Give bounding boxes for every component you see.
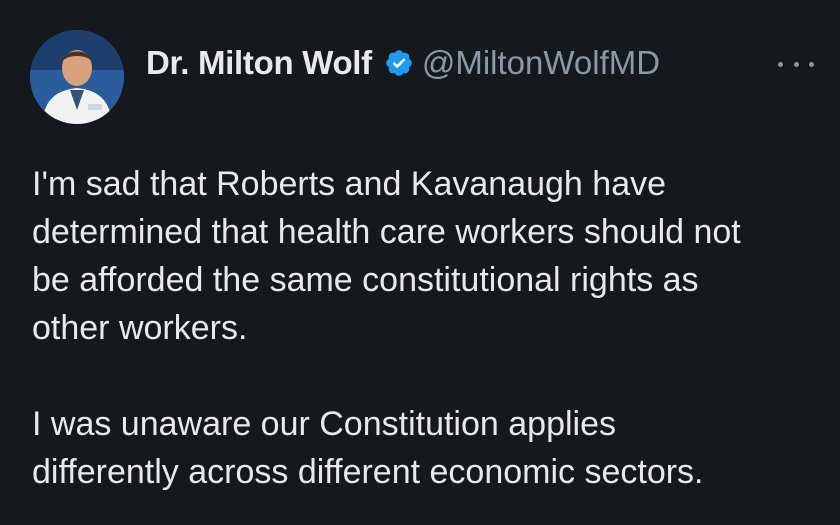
more-options-icon[interactable] (778, 54, 814, 74)
tweet-line: differently across different economic se… (32, 453, 704, 491)
tweet-line: determined that health care workers shou… (32, 213, 741, 251)
tweet-text: I'm sad that Roberts and Kavanaugh have … (32, 160, 822, 496)
tweet-header: Dr. Milton Wolf @MiltonWolfMD (30, 30, 820, 126)
author-handle[interactable]: @MiltonWolfMD (422, 44, 660, 82)
tweet-line: I'm sad that Roberts and Kavanaugh have (32, 165, 667, 203)
tweet-card: Dr. Milton Wolf @MiltonWolfMD I'm sad th… (0, 0, 840, 525)
profile-photo-icon[interactable] (30, 30, 124, 124)
tweet-paragraph-1: I'm sad that Roberts and Kavanaugh have … (32, 160, 822, 352)
verified-badge-icon (384, 48, 414, 78)
tweet-line: other workers. (32, 309, 248, 347)
tweet-line: I was unaware our Constitution applies (32, 405, 616, 443)
tweet-line: be afforded the same constitutional righ… (32, 261, 699, 299)
author-name-row: Dr. Milton Wolf @MiltonWolfMD (146, 44, 660, 82)
author-display-name[interactable]: Dr. Milton Wolf (146, 44, 372, 82)
tweet-paragraph-2: I was unaware our Constitution applies d… (32, 400, 822, 496)
